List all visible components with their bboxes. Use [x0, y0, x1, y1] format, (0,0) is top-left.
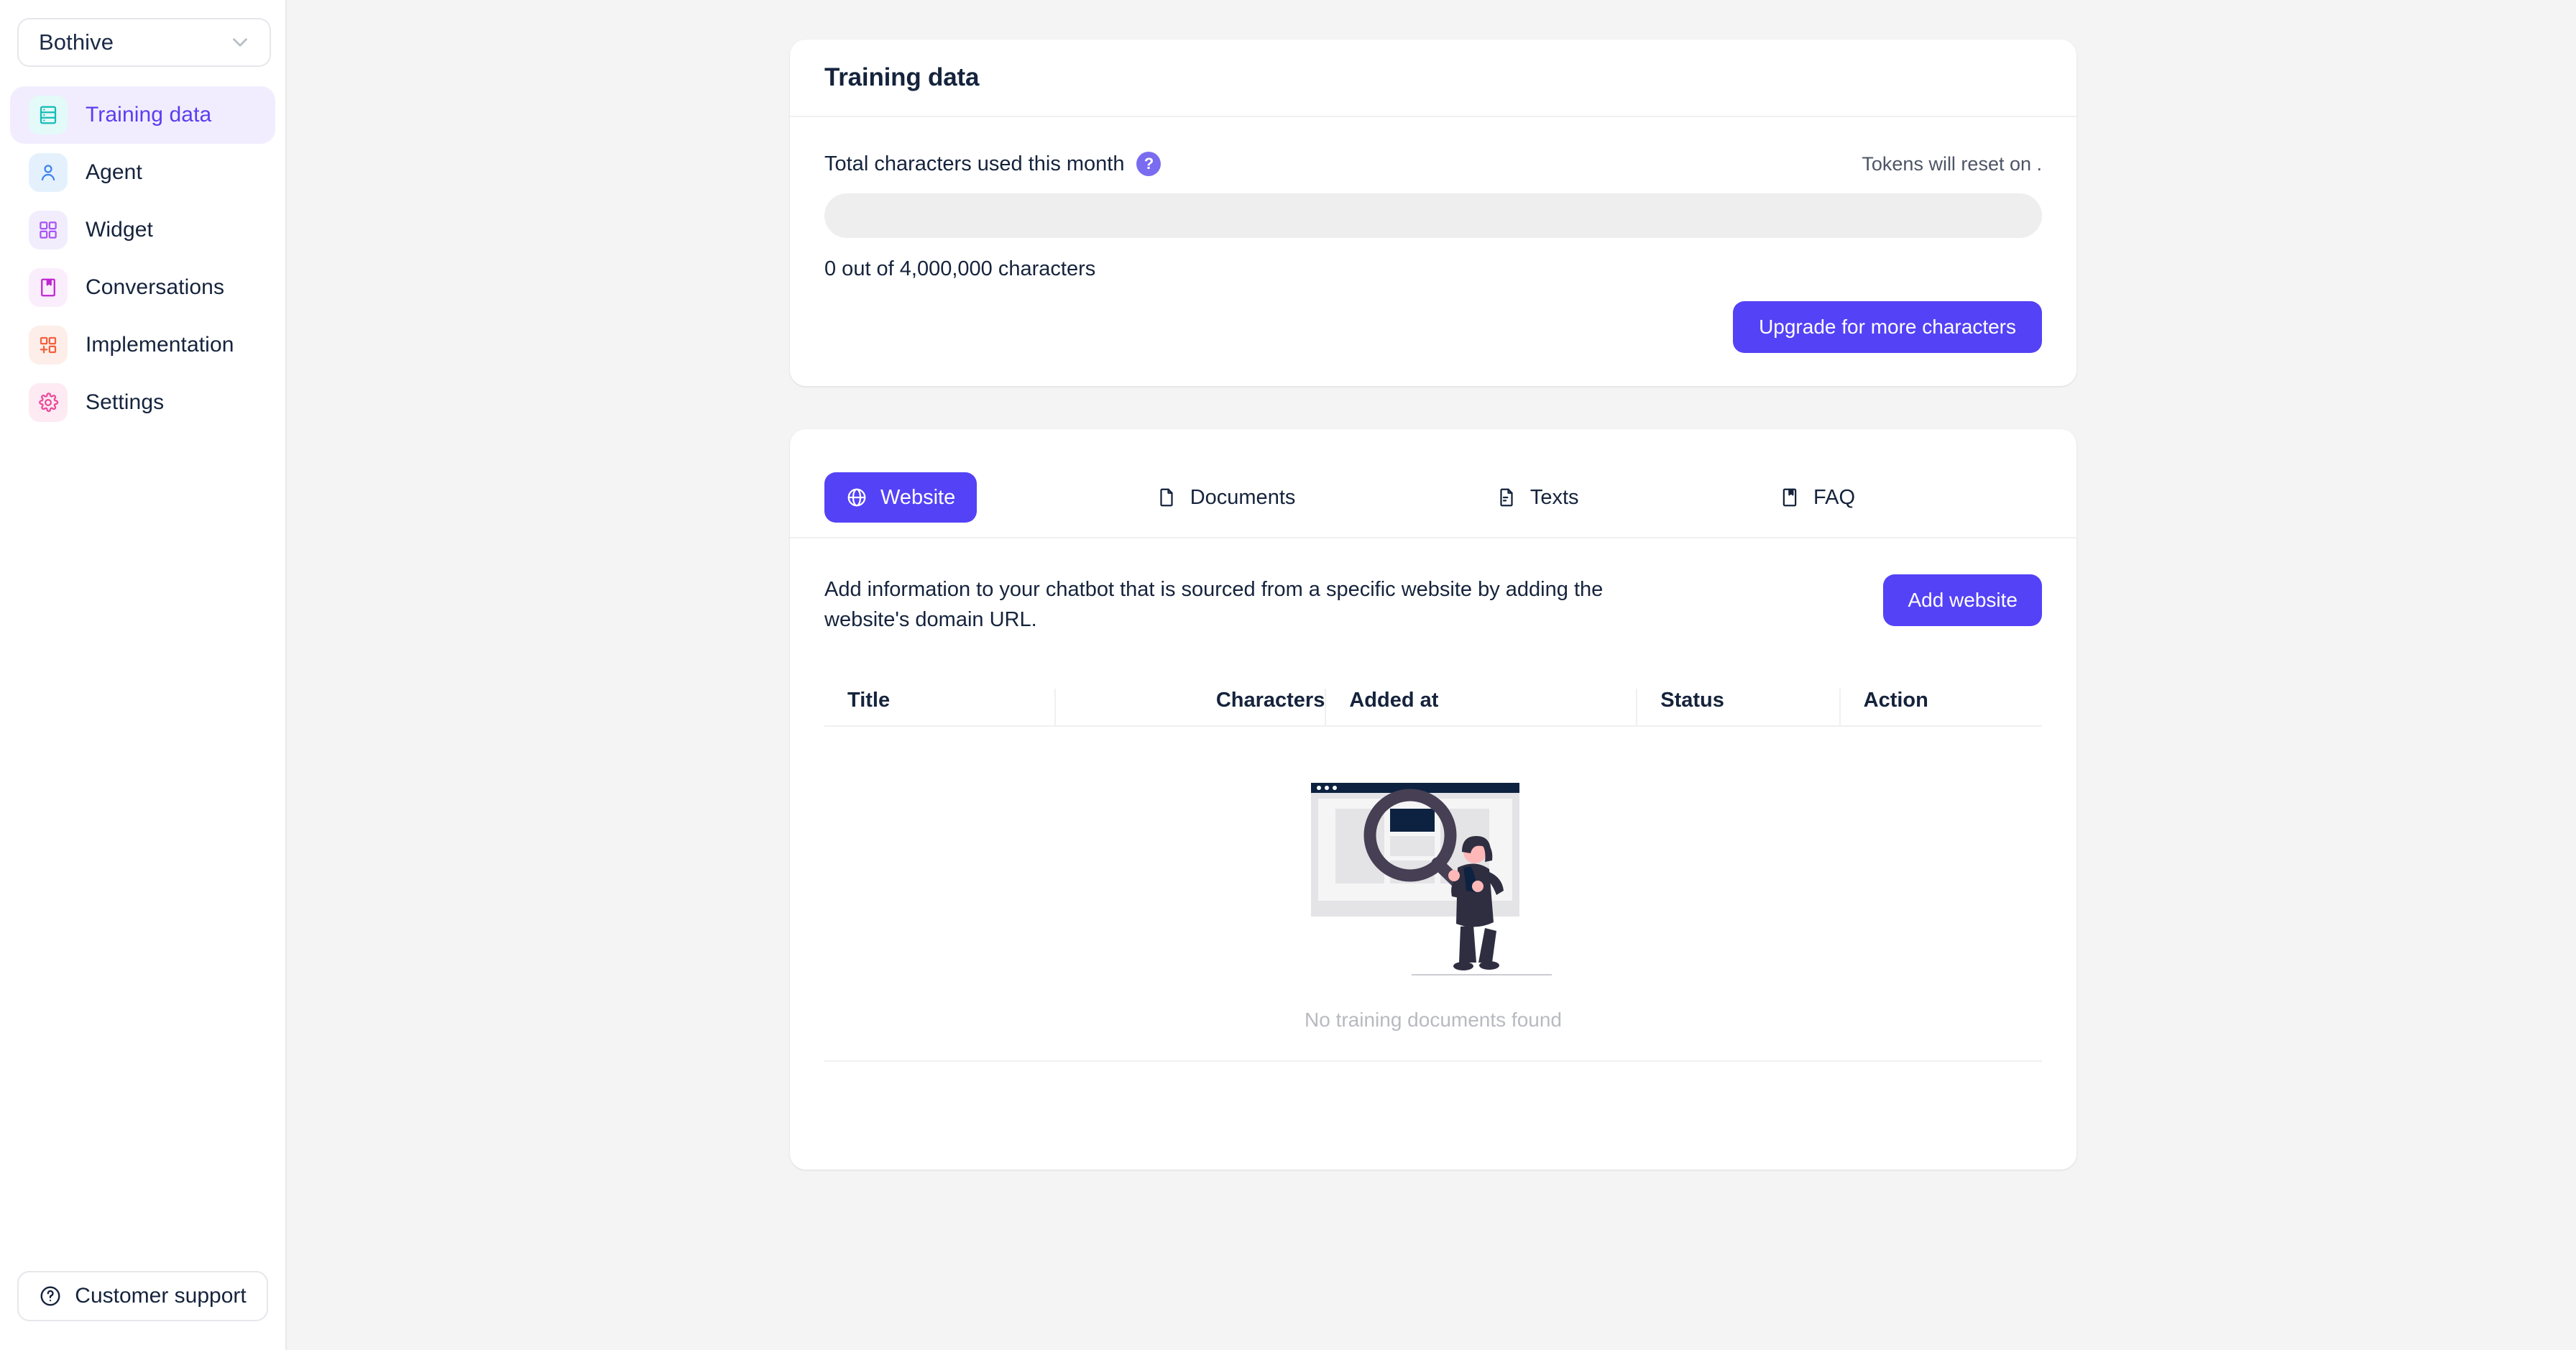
tab-label: Website [880, 485, 956, 509]
book-icon [1782, 488, 1797, 507]
page-title: Training data [824, 63, 980, 91]
sidebar-item-label: Training data [86, 103, 212, 127]
sidebar-item-label: Widget [86, 218, 153, 242]
file-text-icon [1500, 488, 1513, 507]
sidebar-item-label: Conversations [86, 275, 225, 299]
sidebar-nav: Training data Agent Widget Conversations… [0, 86, 285, 431]
database-icon [29, 96, 68, 134]
globe-icon [847, 488, 866, 507]
usage-header-row: Total characters used this month ? Token… [824, 152, 2042, 176]
table-column-added-at: Added at [1325, 689, 1636, 726]
usage-label-group: Total characters used this month ? [824, 152, 1162, 176]
gear-icon [29, 383, 68, 422]
table-column-status: Status [1636, 689, 1839, 726]
documents-table: Title Characters Added at Status Action [824, 666, 2042, 1032]
usage-progress-bar [824, 193, 2042, 238]
empty-state-text: No training documents found [1305, 1009, 1562, 1032]
sidebar: Bothive Training data Agent Widget Conve… [0, 0, 287, 1350]
sidebar-item-label: Agent [86, 160, 142, 184]
tab-texts[interactable]: Texts [1474, 472, 1601, 523]
sidebar-item-implementation[interactable]: Implementation [10, 316, 275, 374]
card-header: Training data [790, 40, 2076, 117]
upgrade-button[interactable]: Upgrade for more characters [1733, 301, 2042, 353]
tab-documents[interactable]: Documents [1134, 472, 1317, 523]
sidebar-item-label: Implementation [86, 333, 234, 357]
tab-label: Texts [1530, 485, 1579, 509]
table-column-title: Title [847, 689, 891, 712]
book-icon [29, 268, 68, 307]
org-selector-value: Bothive [39, 29, 114, 55]
org-selector[interactable]: Bothive [17, 18, 271, 67]
sidebar-item-widget[interactable]: Widget [10, 201, 275, 259]
question-circle-icon [40, 1286, 60, 1306]
table-empty-state: No training documents found [824, 727, 2042, 1032]
tab-website[interactable]: Website [824, 472, 978, 523]
grid-icon [29, 211, 68, 249]
tab-label: FAQ [1813, 485, 1856, 509]
tab-faq[interactable]: FAQ [1757, 472, 1877, 523]
add-website-button[interactable]: Add website [1883, 574, 2042, 626]
tab-label: Documents [1190, 485, 1296, 509]
customer-support-label: Customer support [75, 1284, 247, 1308]
question-mark-icon[interactable]: ? [1136, 152, 1162, 176]
source-description: Add information to your chatbot that is … [824, 578, 1604, 632]
training-data-card: Training data Total characters used this… [790, 40, 2076, 386]
source-description-row: Add information to your chatbot that is … [790, 538, 2076, 635]
upgrade-row: Upgrade for more characters [824, 301, 2042, 353]
table-header-row: Title Characters Added at Status Action [824, 666, 2042, 727]
tokens-reset-note: Tokens will reset on . [1862, 152, 2042, 175]
sidebar-item-label: Settings [86, 390, 165, 414]
table-bottom-divider [824, 1060, 2042, 1062]
chevron-down-icon [233, 38, 247, 47]
usage-label: Total characters used this month [824, 152, 1125, 175]
usage-count-text: 0 out of 4,000,000 characters [824, 257, 1096, 280]
main-content: Training data Total characters used this… [287, 0, 2576, 1350]
support-section: Customer support [0, 1271, 285, 1350]
training-sources-card: Website Documents Texts FAQ Add informat… [790, 429, 2076, 1170]
usage-body: Total characters used this month ? Token… [790, 117, 2076, 353]
grid-plus-icon [29, 326, 68, 364]
table-column-characters: Characters [1054, 689, 1325, 726]
file-icon [1160, 488, 1173, 507]
table-column-action: Action [1839, 689, 2042, 726]
user-icon [29, 153, 68, 192]
sidebar-item-agent[interactable]: Agent [10, 144, 275, 201]
source-tabs: Website Documents Texts FAQ [790, 429, 2076, 538]
customer-support-button[interactable]: Customer support [17, 1271, 268, 1321]
website-search-illustration [1311, 783, 1552, 976]
sidebar-item-training-data[interactable]: Training data [10, 86, 275, 144]
sidebar-item-conversations[interactable]: Conversations [10, 259, 275, 316]
app-root: Bothive Training data Agent Widget Conve… [0, 0, 2576, 1350]
sidebar-item-settings[interactable]: Settings [10, 374, 275, 431]
